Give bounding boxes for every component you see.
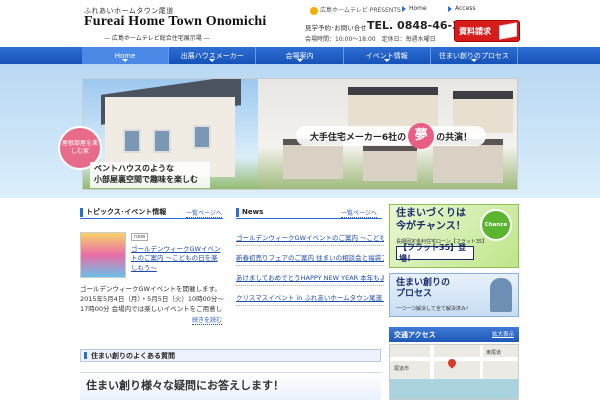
map-label: 尾道市: [394, 366, 410, 372]
hero-banner: 大手住宅メーカー6社の 夢 の共演！: [296, 123, 486, 149]
process-headline: 住まい創りの プロセス: [396, 278, 450, 301]
process-line2: プロセス: [396, 289, 433, 300]
window: [193, 125, 211, 149]
news-item[interactable]: あけましておめでとうHAPPY NEW YEAR 本年もよろしくお願いいたします: [236, 272, 384, 286]
site-logo[interactable]: Fureai Home Town Onomichi: [84, 14, 266, 30]
banner-text: 大手住宅メーカー6社の: [309, 132, 407, 143]
faq-section-title: 住まい創りのよくある質問: [80, 349, 381, 362]
topic-headline-link[interactable]: ゴールデンウィークGWイベントのご案内 ～こどもの日を楽しもう～: [131, 245, 223, 273]
access-header: 交通アクセス 拡大表示: [389, 327, 519, 342]
house-illustration: [363, 145, 417, 181]
nav-item-makers[interactable]: 出展ハウスメーカー: [169, 47, 257, 64]
hero-caption-line1: ペントハウスのような: [94, 164, 174, 173]
process-small: 一つ一つ解決して全て解決済み！: [396, 306, 471, 312]
site-header: ふれあいホームタウン尾道 Fureai Home Town Onomichi —…: [0, 0, 600, 46]
news-more-link[interactable]: 一覧ページへ: [341, 208, 377, 218]
flat35-banner[interactable]: 住まいづくりは 今がチャンス！ 長期固定金利住宅ローン【フラット35】 【フラッ…: [389, 204, 519, 268]
person-icon: [490, 278, 512, 312]
access-title: 交通アクセス: [394, 330, 436, 339]
flat35-headline: 住まいづくりは 今がチャンス！: [396, 208, 466, 233]
nav-item-process[interactable]: 住まい創りのプロセス: [431, 47, 519, 64]
request-button-label: 資料請求: [459, 26, 491, 36]
new-badge: new: [131, 233, 149, 241]
nav-item-events[interactable]: イベント情報: [344, 47, 431, 64]
read-more-link[interactable]: 続きを読む: [192, 315, 223, 325]
nav-item-venue[interactable]: 会場案内: [256, 47, 344, 64]
faq-banner[interactable]: 住まい創り様々な疑問にお答えします！: [80, 372, 381, 400]
book-icon: [499, 22, 517, 40]
phone-label: 見学予約･お問い合せ: [305, 24, 367, 32]
banner-accent: 夢: [408, 123, 435, 149]
main-nav: Home 出展ハウスメーカー 会場案内 イベント情報 住まい創りのプロセス: [0, 47, 600, 64]
flat35-label: 【フラット35】登場！: [396, 243, 474, 263]
access-map[interactable]: 東尾道 尾道市: [389, 344, 519, 400]
access-link[interactable]: Access: [448, 5, 476, 12]
nav-item-home[interactable]: Home: [82, 47, 170, 64]
hero-caption: ペントハウスのような 小部屋裏空間で趣味を楽しむ: [90, 162, 210, 188]
map-label: 東尾道: [486, 350, 502, 356]
flat35-line2: 今がチャンス！: [396, 220, 466, 232]
topics-more-link[interactable]: 一覧ページへ: [186, 208, 222, 218]
home-link[interactable]: Home: [402, 5, 427, 12]
news-item[interactable]: 新春初売りフェアのご案内 住まいの相談会と福袋プレゼント: [236, 252, 384, 266]
presents-text: 広島ホームテレビ PRESENTS: [320, 7, 401, 14]
process-line1: 住まい創りの: [396, 278, 451, 288]
topic-body: ゴールデンウィークGWイベントを開催します。2015年5月4日（月）・5月5日（…: [80, 285, 224, 314]
hero-caption-line2: 小部屋裏空間で趣味を楽しむ: [94, 174, 198, 184]
nav-items: Home 出展ハウスメーカー 会場案内 イベント情報 住まい創りのプロセス: [82, 47, 519, 64]
chance-badge-icon: Chance: [480, 209, 512, 241]
event-thumbnail[interactable]: [80, 232, 126, 278]
process-banner[interactable]: 住まい創りの プロセス 一つ一つ解決して全て解決済み！: [389, 273, 519, 317]
page: ふれあいホームタウン尾道 Fureai Home Town Onomichi —…: [0, 0, 600, 400]
presents-label: 広島ホームテレビ PRESENTS: [310, 5, 401, 15]
flat35-line1: 住まいづくりは: [396, 208, 466, 219]
map-water: [390, 379, 518, 399]
map-expand-link[interactable]: 拡大表示: [492, 330, 514, 338]
news-item[interactable]: クリスマスイベント in ふれあいホームタウン尾道 開催のお知らせ: [236, 292, 384, 306]
request-brochure-button[interactable]: 資料請求: [454, 20, 520, 42]
banner-text-end: の共演！: [436, 132, 473, 143]
news-title-text: News: [242, 208, 264, 216]
window: [123, 129, 141, 153]
tv-logo-icon: [310, 6, 318, 15]
window: [153, 129, 171, 153]
news-item[interactable]: ゴールデンウィークGWイベントのご案内 ～こどもの日を楽しもう～: [236, 232, 384, 246]
topics-title-text: トピックス･イベント情報: [86, 208, 167, 216]
opening-hours: 会場時間：10:00～18:00 定休日：毎週水曜日: [305, 36, 436, 43]
logo-tagline: — 広島ホームテレビ総合住宅展示場 —: [104, 35, 210, 42]
